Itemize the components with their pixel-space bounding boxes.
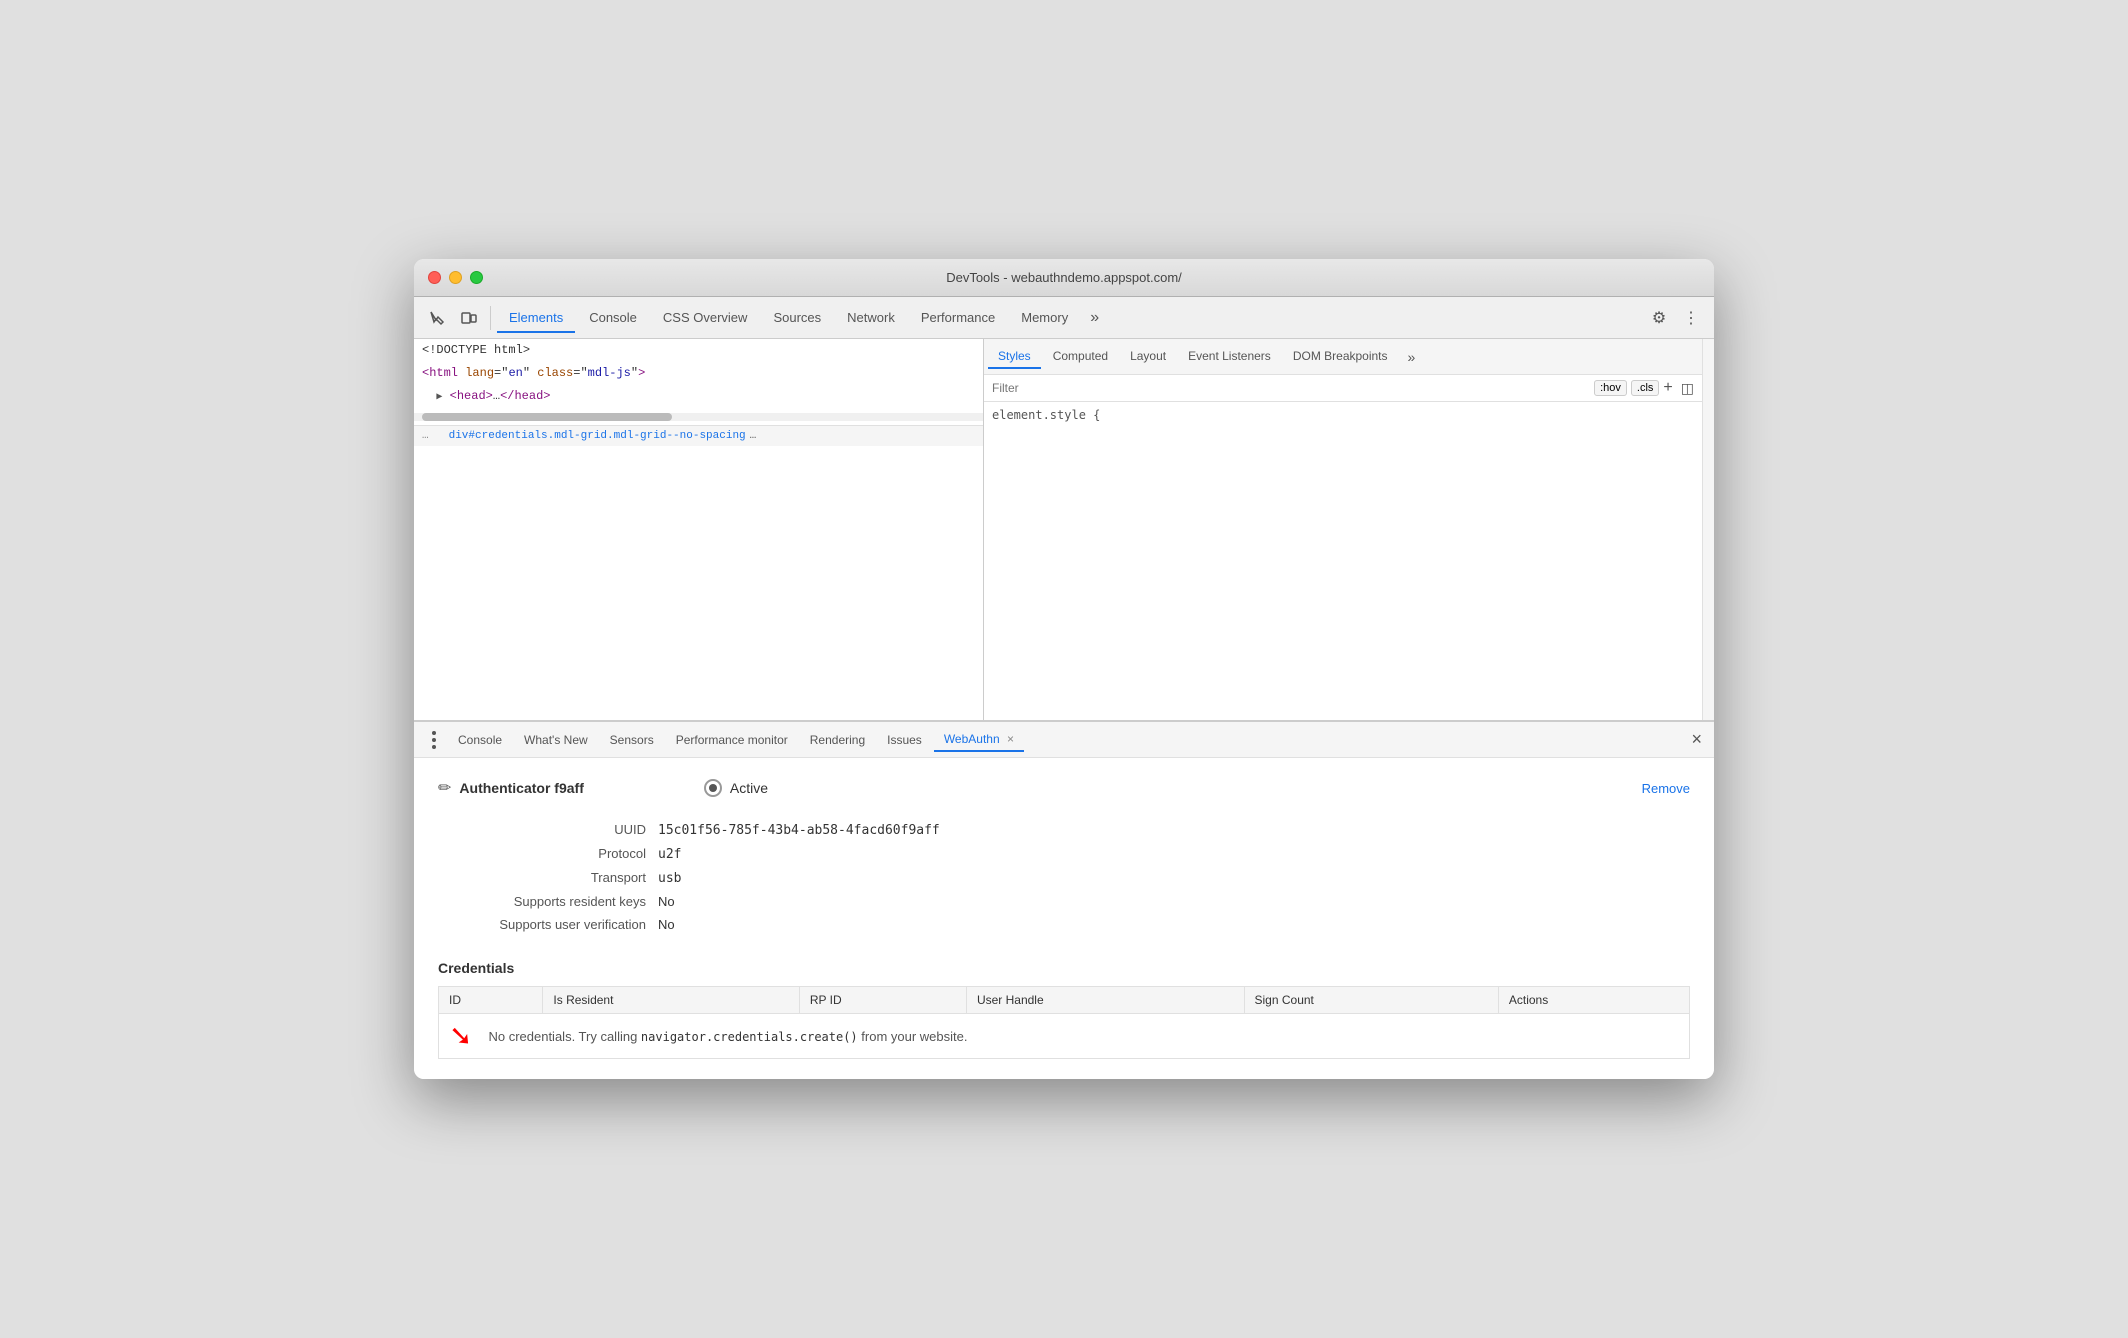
element-picker-button[interactable] [422, 303, 452, 333]
dom-breadcrumb: … div#credentials.mdl-grid.mdl-grid--no-… [414, 425, 983, 446]
active-indicator: Active [704, 779, 768, 797]
more-options-icon[interactable]: ⋮ [1676, 303, 1706, 333]
drawer-close-button[interactable]: × [1687, 725, 1706, 754]
credentials-title: Credentials [438, 960, 1690, 976]
main-area: <!DOCTYPE html> <html lang="en" class="m… [414, 339, 1714, 720]
more-styles-tabs[interactable]: » [1400, 345, 1424, 369]
info-row-uuid: UUID 15c01f56-785f-43b4-ab58-4facd60f9af… [438, 818, 1690, 842]
device-toolbar-button[interactable] [454, 303, 484, 333]
info-row-resident-keys: Supports resident keys No [438, 890, 1690, 913]
minimize-button[interactable] [449, 271, 462, 284]
col-header-rp-id: RP ID [799, 987, 966, 1014]
table-row-empty: ➘ No credentials. Try calling navigator.… [439, 1014, 1690, 1059]
col-header-actions: Actions [1498, 987, 1689, 1014]
dom-line-doctype: <!DOCTYPE html> [414, 339, 983, 362]
table-header: ID Is Resident RP ID User Handle Sign Co… [439, 987, 1690, 1014]
remove-button[interactable]: Remove [1642, 781, 1690, 796]
window-title: DevTools - webauthndemo.appspot.com/ [946, 270, 1182, 285]
tab-dom-breakpoints[interactable]: DOM Breakpoints [1283, 345, 1398, 369]
tab-memory[interactable]: Memory [1009, 304, 1080, 333]
devtools-toolbar: Elements Console CSS Overview Sources Ne… [414, 297, 1714, 339]
drawer-tab-sensors[interactable]: Sensors [600, 729, 664, 751]
transport-value: usb [658, 871, 681, 886]
dom-panel: <!DOCTYPE html> <html lang="en" class="m… [414, 339, 984, 720]
right-scrollbar[interactable] [1702, 339, 1714, 720]
bottom-drawer: Console What's New Sensors Performance m… [414, 720, 1714, 1079]
user-verification-value: No [658, 917, 675, 932]
close-webauthn-tab[interactable]: × [1007, 732, 1014, 746]
active-radio[interactable] [704, 779, 722, 797]
user-verification-label: Supports user verification [438, 917, 658, 932]
settings-icon[interactable]: ⚙ [1644, 303, 1674, 333]
dom-line-head[interactable]: ▶ <head>…</head> [414, 385, 983, 408]
tab-css-overview[interactable]: CSS Overview [651, 304, 760, 333]
no-credentials-message: No credentials. Try calling navigator.cr… [488, 1029, 967, 1044]
drawer-tab-rendering[interactable]: Rendering [800, 729, 875, 751]
col-header-sign-count: Sign Count [1244, 987, 1498, 1014]
toggle-sidebar-icon[interactable]: ◫ [1681, 380, 1694, 397]
col-header-id: ID [439, 987, 543, 1014]
table-body: ➘ No credentials. Try calling navigator.… [439, 1014, 1690, 1059]
drawer-menu-button[interactable] [422, 728, 446, 752]
drawer-tab-issues[interactable]: Issues [877, 729, 932, 751]
info-row-transport: Transport usb [438, 866, 1690, 890]
tab-styles[interactable]: Styles [988, 345, 1041, 369]
maximize-button[interactable] [470, 271, 483, 284]
protocol-value: u2f [658, 847, 681, 862]
tab-performance[interactable]: Performance [909, 304, 1007, 333]
tab-layout[interactable]: Layout [1120, 345, 1176, 369]
uuid-label: UUID [438, 822, 658, 837]
drawer-tab-webauthn[interactable]: WebAuthn × [934, 728, 1024, 752]
cls-button[interactable]: .cls [1631, 380, 1660, 396]
info-row-protocol: Protocol u2f [438, 842, 1690, 866]
tab-sources[interactable]: Sources [761, 304, 833, 333]
col-header-is-resident: Is Resident [543, 987, 799, 1014]
authenticator-name: Authenticator f9aff [459, 780, 583, 796]
traffic-lights [428, 271, 483, 284]
no-credentials-cell: ➘ No credentials. Try calling navigator.… [439, 1014, 1690, 1059]
element-style-block: element.style { [984, 402, 1702, 428]
more-tabs-button[interactable]: » [1082, 305, 1107, 331]
styles-filter-buttons: :hov .cls + ◫ [1594, 379, 1694, 397]
drawer-tab-whats-new[interactable]: What's New [514, 729, 598, 751]
drawer-tabs-bar: Console What's New Sensors Performance m… [414, 722, 1714, 758]
drawer-tab-performance-monitor[interactable]: Performance monitor [666, 729, 798, 751]
active-label: Active [730, 780, 768, 796]
drawer-tab-console[interactable]: Console [448, 729, 512, 751]
close-button[interactable] [428, 271, 441, 284]
tab-console[interactable]: Console [577, 304, 649, 333]
styles-panel: Styles Computed Layout Event Listeners D… [984, 339, 1702, 720]
styles-tabs-bar: Styles Computed Layout Event Listeners D… [984, 339, 1702, 375]
radio-inner-dot [709, 784, 717, 792]
authenticator-header: ✏ Authenticator f9aff Active Remove [438, 778, 1690, 798]
styles-filter-bar: :hov .cls + ◫ [984, 375, 1702, 402]
tab-computed[interactable]: Computed [1043, 345, 1118, 369]
uuid-value: 15c01f56-785f-43b4-ab58-4facd60f9aff [658, 823, 940, 838]
breadcrumb-link[interactable]: div#credentials.mdl-grid.mdl-grid--no-sp… [449, 430, 746, 442]
credentials-table: ID Is Resident RP ID User Handle Sign Co… [438, 986, 1690, 1059]
hov-button[interactable]: :hov [1594, 380, 1627, 396]
resident-keys-value: No [658, 894, 675, 909]
add-style-icon[interactable]: + [1663, 379, 1672, 397]
dom-scrollbar[interactable] [414, 413, 983, 421]
info-row-user-verification: Supports user verification No [438, 913, 1690, 936]
col-header-user-handle: User Handle [966, 987, 1244, 1014]
edit-authenticator-icon[interactable]: ✏ [438, 778, 451, 798]
resident-keys-label: Supports resident keys [438, 894, 658, 909]
protocol-label: Protocol [438, 846, 658, 861]
toolbar-separator [490, 306, 491, 330]
transport-label: Transport [438, 870, 658, 885]
dom-line-html[interactable]: <html lang="en" class="mdl-js"> [414, 362, 983, 385]
styles-filter-input[interactable] [992, 381, 1586, 395]
webauthn-panel: ✏ Authenticator f9aff Active Remove UUID… [414, 758, 1714, 1079]
tab-event-listeners[interactable]: Event Listeners [1178, 345, 1281, 369]
arrow-annotation: ➘ [449, 1022, 472, 1050]
tab-elements[interactable]: Elements [497, 304, 575, 333]
tab-network[interactable]: Network [835, 304, 907, 333]
info-table: UUID 15c01f56-785f-43b4-ab58-4facd60f9af… [438, 818, 1690, 936]
titlebar: DevTools - webauthndemo.appspot.com/ [414, 259, 1714, 297]
